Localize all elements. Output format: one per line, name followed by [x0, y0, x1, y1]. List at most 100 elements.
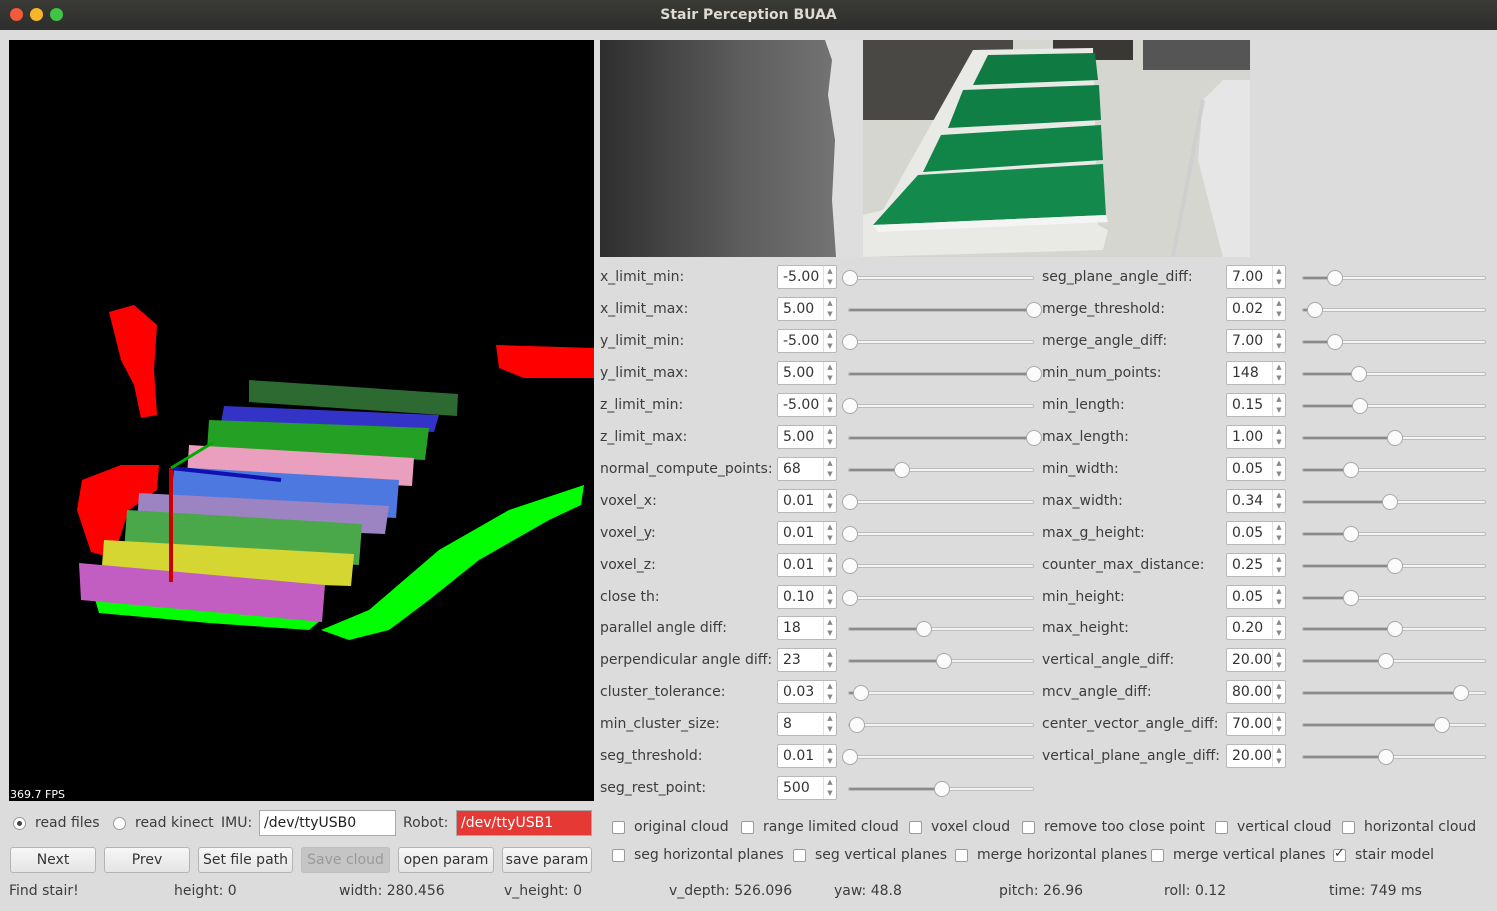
param-slider-perpendicular-angle-diff[interactable] [848, 653, 1034, 670]
param-slider-min-length[interactable] [1302, 397, 1486, 414]
spin-arrows-icon[interactable]: ▲ ▼ [1272, 617, 1285, 640]
param-slider-normal-compute-points[interactable] [848, 461, 1034, 478]
param-spinbox-max-g-height[interactable]: 0.05 ▲ ▼ [1226, 520, 1286, 545]
slider-handle[interactable] [842, 270, 858, 286]
save-param-button[interactable]: save param [502, 847, 592, 873]
param-spinbox-min-width[interactable]: 0.05 ▲ ▼ [1226, 456, 1286, 481]
param-slider-voxel-x[interactable] [842, 493, 1034, 510]
spin-arrows-icon[interactable]: ▲ ▼ [1272, 329, 1285, 352]
param-slider-close-th[interactable] [842, 589, 1034, 606]
checkbox-merge-horizontal-planes[interactable] [955, 849, 968, 862]
param-spinbox-vertical-plane-angle-diff[interactable]: 20.00 ▲ ▼ [1226, 744, 1286, 769]
param-spinbox-mcv-angle-diff[interactable]: 80.00 ▲ ▼ [1226, 680, 1286, 705]
spin-arrows-icon[interactable]: ▲ ▼ [1272, 361, 1285, 384]
slider-handle[interactable] [1326, 333, 1343, 350]
checkbox-horizontal-cloud[interactable] [1342, 821, 1355, 834]
param-slider-y-limit-max[interactable] [848, 365, 1042, 382]
slider-handle[interactable] [1026, 429, 1042, 446]
point-cloud-viewer[interactable]: 369.7 FPS [9, 40, 594, 801]
checkbox-remove-too-close-point[interactable] [1022, 821, 1035, 834]
param-spinbox-voxel-z[interactable]: 0.01 ▲ ▼ [777, 552, 837, 577]
param-slider-z-limit-max[interactable] [848, 429, 1042, 446]
imu-port-input[interactable]: /dev/ttyUSB0 [259, 810, 396, 836]
param-spinbox-seg-rest-point[interactable]: 500 ▲ ▼ [777, 776, 837, 801]
set-file-path-button[interactable]: Set file path [198, 847, 293, 873]
param-slider-merge-threshold[interactable] [1302, 301, 1486, 318]
spin-arrows-icon[interactable]: ▲ ▼ [823, 649, 836, 672]
slider-handle[interactable] [849, 717, 866, 734]
spin-arrows-icon[interactable]: ▲ ▼ [823, 553, 836, 576]
param-spinbox-max-length[interactable]: 1.00 ▲ ▼ [1226, 424, 1286, 449]
read-files-radio[interactable] [13, 817, 26, 830]
checkbox-merge-vertical-planes[interactable] [1151, 849, 1164, 862]
slider-handle[interactable] [1452, 685, 1469, 702]
param-slider-x-limit-max[interactable] [848, 301, 1042, 318]
spin-arrows-icon[interactable]: ▲ ▼ [1272, 553, 1285, 576]
spin-arrows-icon[interactable]: ▲ ▼ [1272, 713, 1285, 736]
param-slider-cluster-tolerance[interactable] [848, 685, 1034, 702]
spin-arrows-icon[interactable]: ▲ ▼ [823, 777, 836, 800]
spin-arrows-icon[interactable]: ▲ ▼ [1272, 266, 1285, 288]
slider-handle[interactable] [915, 621, 932, 638]
slider-handle[interactable] [842, 493, 858, 510]
spin-arrows-icon[interactable]: ▲ ▼ [823, 425, 836, 448]
slider-handle[interactable] [1377, 749, 1394, 766]
spin-arrows-icon[interactable]: ▲ ▼ [1272, 585, 1285, 608]
checkbox-seg-vertical-planes[interactable] [793, 849, 806, 862]
param-slider-voxel-z[interactable] [842, 557, 1034, 574]
spin-arrows-icon[interactable]: ▲ ▼ [823, 266, 836, 288]
spin-arrows-icon[interactable]: ▲ ▼ [823, 585, 836, 608]
spin-arrows-icon[interactable]: ▲ ▼ [1272, 521, 1285, 544]
param-spinbox-seg-threshold[interactable]: 0.01 ▲ ▼ [777, 744, 837, 769]
slider-handle[interactable] [1343, 589, 1360, 606]
slider-handle[interactable] [853, 685, 870, 702]
param-slider-seg-rest-point[interactable] [848, 781, 1034, 798]
read-kinect-radio[interactable] [113, 817, 126, 830]
slider-handle[interactable] [1326, 270, 1343, 286]
param-spinbox-merge-angle-diff[interactable]: 7.00 ▲ ▼ [1226, 328, 1286, 353]
slider-handle[interactable] [842, 589, 858, 606]
param-slider-max-g-height[interactable] [1302, 525, 1486, 542]
spin-arrows-icon[interactable]: ▲ ▼ [1272, 649, 1285, 672]
param-slider-merge-angle-diff[interactable] [1302, 333, 1486, 350]
param-spinbox-counter-max-distance[interactable]: 0.25 ▲ ▼ [1226, 552, 1286, 577]
checkbox-stair-model[interactable] [1333, 846, 1346, 862]
param-spinbox-merge-threshold[interactable]: 0.02 ▲ ▼ [1226, 296, 1286, 321]
param-slider-y-limit-min[interactable] [842, 333, 1034, 350]
spin-arrows-icon[interactable]: ▲ ▼ [823, 521, 836, 544]
param-slider-vertical-plane-angle-diff[interactable] [1302, 749, 1486, 766]
spin-arrows-icon[interactable]: ▲ ▼ [823, 361, 836, 384]
next-button[interactable]: Next [10, 847, 96, 873]
slider-handle[interactable] [842, 397, 858, 414]
param-slider-min-width[interactable] [1302, 461, 1486, 478]
spin-arrows-icon[interactable]: ▲ ▼ [823, 617, 836, 640]
slider-handle[interactable] [842, 557, 858, 574]
spin-arrows-icon[interactable]: ▲ ▼ [1272, 297, 1285, 320]
param-slider-counter-max-distance[interactable] [1302, 557, 1486, 574]
param-spinbox-normal-compute-points[interactable]: 68 ▲ ▼ [777, 456, 837, 481]
slider-handle[interactable] [1343, 461, 1360, 478]
param-spinbox-min-length[interactable]: 0.15 ▲ ▼ [1226, 392, 1286, 417]
param-spinbox-x-limit-max[interactable]: 5.00 ▲ ▼ [777, 296, 837, 321]
spin-arrows-icon[interactable]: ▲ ▼ [1272, 457, 1285, 480]
prev-button[interactable]: Prev [104, 847, 190, 873]
spin-arrows-icon[interactable]: ▲ ▼ [1272, 393, 1285, 416]
param-spinbox-max-width[interactable]: 0.34 ▲ ▼ [1226, 488, 1286, 513]
slider-handle[interactable] [934, 781, 950, 798]
param-slider-center-vector-angle-diff[interactable] [1302, 717, 1486, 734]
param-spinbox-z-limit-max[interactable]: 5.00 ▲ ▼ [777, 424, 837, 449]
param-spinbox-y-limit-max[interactable]: 5.00 ▲ ▼ [777, 360, 837, 385]
param-slider-max-height[interactable] [1302, 621, 1486, 638]
slider-handle[interactable] [893, 461, 910, 478]
slider-handle[interactable] [842, 525, 858, 542]
checkbox-vertical-cloud[interactable] [1215, 821, 1228, 834]
spin-arrows-icon[interactable]: ▲ ▼ [1272, 681, 1285, 704]
slider-handle[interactable] [842, 333, 858, 350]
param-spinbox-vertical-angle-diff[interactable]: 20.00 ▲ ▼ [1226, 648, 1286, 673]
spin-arrows-icon[interactable]: ▲ ▼ [823, 329, 836, 352]
param-slider-min-cluster-size[interactable] [848, 717, 1034, 734]
param-spinbox-perpendicular-angle-diff[interactable]: 23 ▲ ▼ [777, 648, 837, 673]
slider-handle[interactable] [1381, 493, 1398, 510]
param-slider-seg-threshold[interactable] [842, 749, 1034, 766]
robot-port-input[interactable]: /dev/ttyUSB1 [456, 810, 592, 836]
